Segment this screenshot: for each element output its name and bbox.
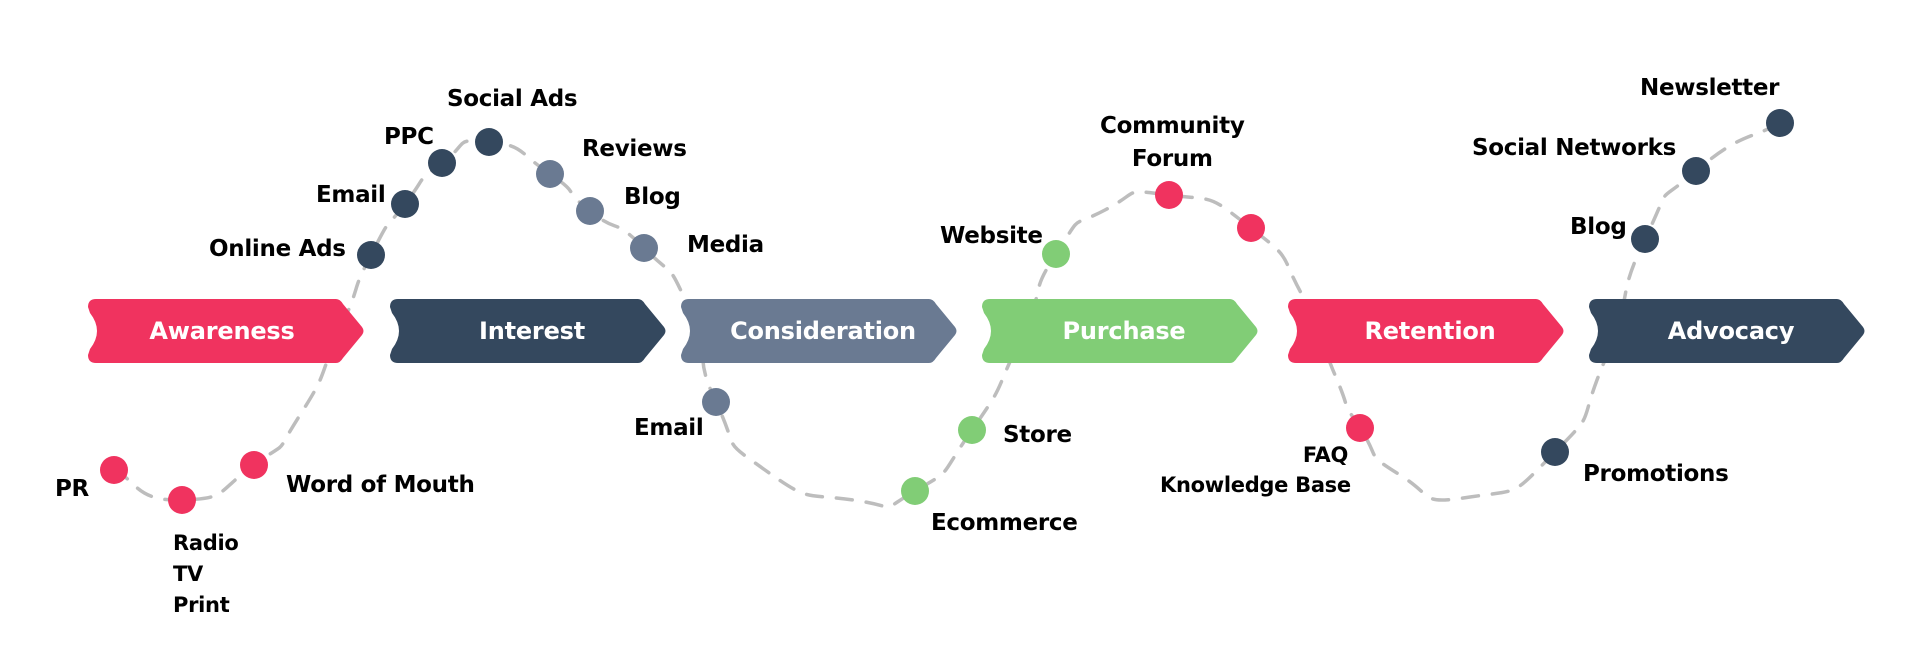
touchpoint-dot-purchase-ecommerce [901, 477, 929, 505]
stage-purchase-label: Purchase [1062, 317, 1186, 345]
touchpoint-label-blog-advocacy: Blog [1570, 214, 1627, 240]
touchpoint-dot-interest-email [391, 190, 419, 218]
touchpoint-label-pr: PR [55, 476, 89, 502]
touchpoint-label-community: Community [1100, 113, 1245, 139]
touchpoint-label-knowledge-base: Knowledge Base [1160, 473, 1351, 497]
touchpoint-dot-advocacy-blog [1631, 225, 1659, 253]
touchpoint-label-community-forum: Community Forum [1100, 110, 1245, 176]
touchpoint-dot-advocacy-promotions [1541, 438, 1569, 466]
touchpoint-dot-purchase-store [958, 416, 986, 444]
touchpoint-dot-consideration-reviews [536, 160, 564, 188]
touchpoint-label-social-ads: Social Ads [447, 86, 578, 112]
touchpoint-dot-interest-social-ads [475, 128, 503, 156]
touchpoint-label-radio: Radio [173, 531, 239, 555]
touchpoint-label-email-interest: Email [316, 182, 386, 208]
stage-advocacy-label: Advocacy [1667, 317, 1795, 345]
stage-awareness-label: Awareness [149, 317, 295, 345]
touchpoint-dot-awareness-pr [100, 456, 128, 484]
touchpoint-label-promotions: Promotions [1583, 461, 1729, 487]
stage-interest-label: Interest [478, 317, 586, 345]
touchpoint-label-radio-tv-print: Radio TV Print [173, 528, 239, 621]
touchpoint-label-tv: TV [173, 562, 203, 586]
touchpoint-dot-purchase-website [1042, 240, 1070, 268]
touchpoint-dot-retention-unlabeled [1237, 214, 1265, 242]
touchpoint-dot-awareness-word-of-mouth [240, 451, 268, 479]
touchpoint-label-newsletter: Newsletter [1640, 75, 1780, 101]
touchpoint-label-reviews: Reviews [582, 136, 687, 162]
touchpoint-dot-advocacy-newsletter [1766, 109, 1794, 137]
touchpoint-label-ppc: PPC [384, 124, 434, 150]
touchpoint-label-faq-knowledge-base: FAQ Knowledge Base [1160, 440, 1351, 500]
touchpoint-dot-interest-online-ads [357, 241, 385, 269]
touchpoint-label-blog-consideration: Blog [624, 184, 681, 210]
touchpoint-dot-interest-ppc [428, 149, 456, 177]
touchpoint-dot-awareness-radio [168, 486, 196, 514]
touchpoint-label-social-networks: Social Networks [1472, 135, 1677, 161]
touchpoint-label-ecommerce: Ecommerce [931, 510, 1078, 536]
touchpoint-label-word-of-mouth: Word of Mouth [286, 472, 475, 498]
touchpoint-label-faq: FAQ [1302, 443, 1348, 467]
touchpoint-dot-consideration-email [702, 388, 730, 416]
touchpoint-label-forum: Forum [1131, 146, 1213, 172]
touchpoint-dot-advocacy-social-networks [1682, 157, 1710, 185]
touchpoint-label-email-consideration: Email [634, 415, 704, 441]
customer-journey-diagram: Awareness Interest Consideration Purchas… [0, 0, 1920, 661]
touchpoint-label-online-ads: Online Ads [209, 236, 346, 262]
touchpoint-dot-retention-community [1155, 181, 1183, 209]
touchpoint-label-store: Store [1003, 422, 1072, 448]
touchpoint-label-media: Media [687, 232, 764, 258]
touchpoint-dot-consideration-media [630, 234, 658, 262]
stage-retention-label: Retention [1364, 317, 1496, 345]
touchpoint-label-website: Website [940, 223, 1043, 249]
touchpoint-dot-retention-faq [1346, 414, 1374, 442]
stage-consideration-label: Consideration [730, 317, 916, 345]
touchpoint-label-print: Print [173, 593, 230, 617]
touchpoint-dot-consideration-blog [576, 197, 604, 225]
